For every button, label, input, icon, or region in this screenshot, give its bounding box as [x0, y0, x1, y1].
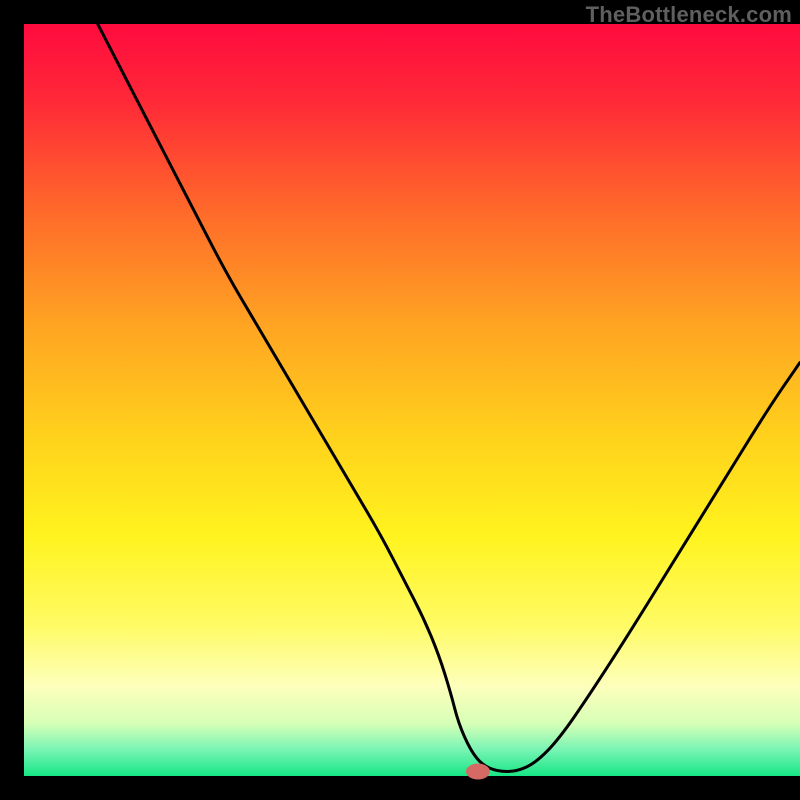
optimal-marker	[466, 763, 490, 779]
axis-bottom	[0, 776, 800, 800]
chart-svg	[0, 0, 800, 800]
axis-left	[0, 0, 24, 800]
watermark-text: TheBottleneck.com	[586, 2, 792, 28]
bottleneck-chart: TheBottleneck.com	[0, 0, 800, 800]
plot-background	[24, 24, 800, 776]
